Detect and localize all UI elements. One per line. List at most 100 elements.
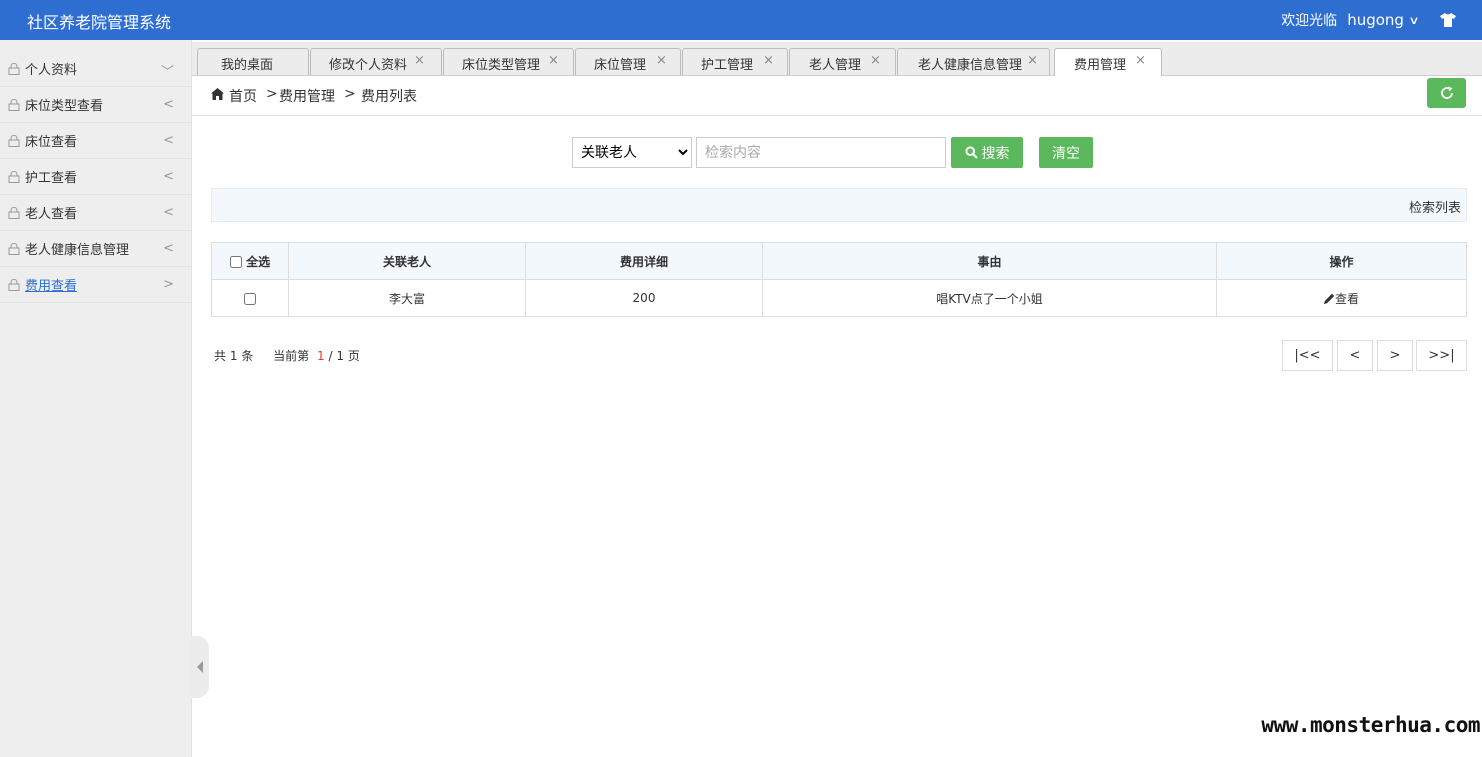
chevron-down-icon[interactable]: ∨ (1408, 14, 1419, 27)
shirt-icon[interactable] (1440, 13, 1456, 27)
reason-cell: 唱KTV点了一个小姐 (762, 279, 1217, 317)
tab-label: 护工管理 (701, 58, 754, 73)
sidebar-item-label: 护工查看 (25, 171, 78, 186)
row-select-cell (211, 279, 289, 317)
close-icon[interactable]: × (548, 53, 559, 68)
lock-icon (8, 98, 20, 111)
select-all-label: 全选 (246, 254, 271, 269)
lock-icon (8, 62, 20, 75)
total-pages: 1 (336, 349, 344, 363)
top-header: 社区养老院管理系统 欢迎光临 hugong ∨ (0, 0, 1482, 40)
view-link-label: 查看 (1334, 291, 1359, 306)
tab-label: 修改个人资料 (329, 58, 408, 73)
search-button[interactable]: 搜索 (951, 137, 1023, 168)
breadcrumb-home[interactable]: 首页 (229, 86, 257, 106)
sidebar-item-label: 老人健康信息管理 (25, 243, 130, 258)
tab[interactable]: 床位类型管理 × (443, 48, 574, 75)
tab-label: 我的桌面 (221, 58, 274, 73)
tab[interactable]: 床位管理 × (575, 48, 681, 75)
breadcrumb-level1[interactable]: 费用管理 (279, 86, 335, 106)
pencil-icon (1323, 293, 1335, 304)
tab[interactable]: 费用管理 × (1054, 48, 1162, 76)
amount-cell: 200 (525, 279, 763, 317)
tab[interactable]: 护工管理 × (682, 48, 788, 75)
lock-icon (8, 206, 20, 219)
column-header: 事由 (762, 242, 1217, 280)
tab[interactable]: 老人管理 × (789, 48, 896, 75)
lock-icon (8, 170, 20, 183)
sidebar: 个人资料 ﹀ 床位类型查看 < 床位查看 < 护工查看 < 老人查看 < 老人健康信息管理 < 费用查看… (0, 40, 192, 757)
panel-title: 检索列表 (1408, 201, 1461, 216)
tab[interactable]: 老人健康信息管理 × (897, 48, 1050, 75)
sidebar-item[interactable]: 护工查看 < (0, 159, 191, 195)
sidebar-item[interactable]: 个人资料 ﹀ (0, 51, 191, 87)
refresh-icon (1440, 86, 1453, 99)
chevron-right-icon: > (163, 277, 174, 292)
sidebar-item[interactable]: 床位类型查看 < (0, 87, 191, 123)
sidebar-item-label: 床位查看 (25, 135, 78, 150)
sidebar-item[interactable]: 床位查看 < (0, 123, 191, 159)
elder-cell: 李大富 (288, 279, 526, 317)
sidebar-item[interactable]: 老人健康信息管理 < (0, 231, 191, 267)
chevron-left-icon: < (163, 97, 174, 112)
next-page-button[interactable]: > (1377, 340, 1413, 371)
view-link[interactable]: 查看 (1323, 291, 1359, 306)
clear-button-label: 清空 (1052, 145, 1080, 162)
clear-button[interactable]: 清空 (1039, 137, 1093, 168)
search-icon (964, 146, 978, 159)
sidebar-item-label: 床位类型查看 (25, 99, 104, 114)
close-icon[interactable]: × (763, 53, 774, 68)
last-page-button[interactable]: >>| (1416, 340, 1467, 371)
column-header: 关联老人 (288, 242, 526, 280)
header-user-area: 欢迎光临 hugong ∨ (1281, 0, 1482, 40)
pages-suffix: 页 (347, 349, 360, 363)
column-header: 操作 (1216, 242, 1467, 280)
close-icon[interactable]: × (870, 53, 881, 68)
search-input[interactable] (696, 137, 946, 168)
total-prefix: 共 (214, 349, 227, 363)
column-header: 费用详细 (525, 242, 763, 280)
home-icon (211, 88, 224, 100)
sidebar-item-label: 个人资料 (25, 63, 78, 78)
sidebar-menu: 个人资料 ﹀ 床位类型查看 < 床位查看 < 护工查看 < 老人查看 < 老人健康信息管理 < 费用查看… (0, 51, 191, 303)
row-checkbox[interactable] (244, 292, 256, 305)
chevron-left-icon: < (163, 133, 174, 148)
app-title: 社区养老院管理系统 (27, 13, 172, 32)
chevron-down-icon: ﹀ (160, 65, 174, 80)
prev-page-button[interactable]: < (1337, 340, 1373, 371)
tab[interactable]: 我的桌面 (197, 48, 309, 75)
breadcrumb-level2: 费用列表 (361, 89, 417, 105)
refresh-button[interactable] (1427, 78, 1466, 108)
lock-icon (8, 242, 20, 255)
fee-table: 全选 关联老人 费用详细 事由 操作 李大富 200 唱KTV点了一个小姐 查看 (211, 242, 1467, 317)
tab-label: 费用管理 (1074, 58, 1127, 73)
pagination-info: 共 1 条 当前第 1 / 1 页 (214, 347, 360, 364)
breadcrumb: 首页 > 费用管理 > 费用列表 (192, 76, 1482, 116)
close-icon[interactable]: × (1135, 53, 1146, 68)
chevron-left-icon: < (163, 241, 174, 256)
lock-icon (8, 134, 20, 147)
username-menu[interactable]: hugong (1347, 11, 1404, 29)
select-all-header: 全选 (211, 242, 289, 280)
sidebar-item[interactable]: 老人查看 < (0, 195, 191, 231)
close-icon[interactable]: × (656, 53, 667, 68)
sidebar-item-label: 费用查看 (25, 279, 78, 294)
chevron-left-icon: < (163, 169, 174, 184)
total-suffix: 条 (241, 349, 254, 363)
first-page-button[interactable]: |<< (1282, 340, 1333, 371)
select-all-checkbox[interactable] (229, 256, 242, 268)
table-row: 李大富 200 唱KTV点了一个小姐 查看 (211, 279, 1467, 317)
search-field-select[interactable]: 关联老人 (572, 137, 692, 168)
sidebar-item-label: 老人查看 (25, 207, 78, 222)
tab-label: 床位类型管理 (462, 58, 541, 73)
tab[interactable]: 修改个人资料 × (310, 48, 442, 75)
sidebar-collapse-handle[interactable] (191, 636, 209, 698)
close-icon[interactable]: × (1027, 53, 1038, 68)
close-icon[interactable]: × (414, 53, 425, 68)
table-header-row: 全选 关联老人 费用详细 事由 操作 (211, 242, 1467, 280)
breadcrumb-separator: > (344, 86, 356, 102)
sidebar-item[interactable]: 费用查看 > (0, 267, 191, 303)
welcome-text: 欢迎光临 (1281, 13, 1338, 29)
lock-icon (8, 278, 20, 291)
triangle-left-icon (197, 661, 203, 673)
